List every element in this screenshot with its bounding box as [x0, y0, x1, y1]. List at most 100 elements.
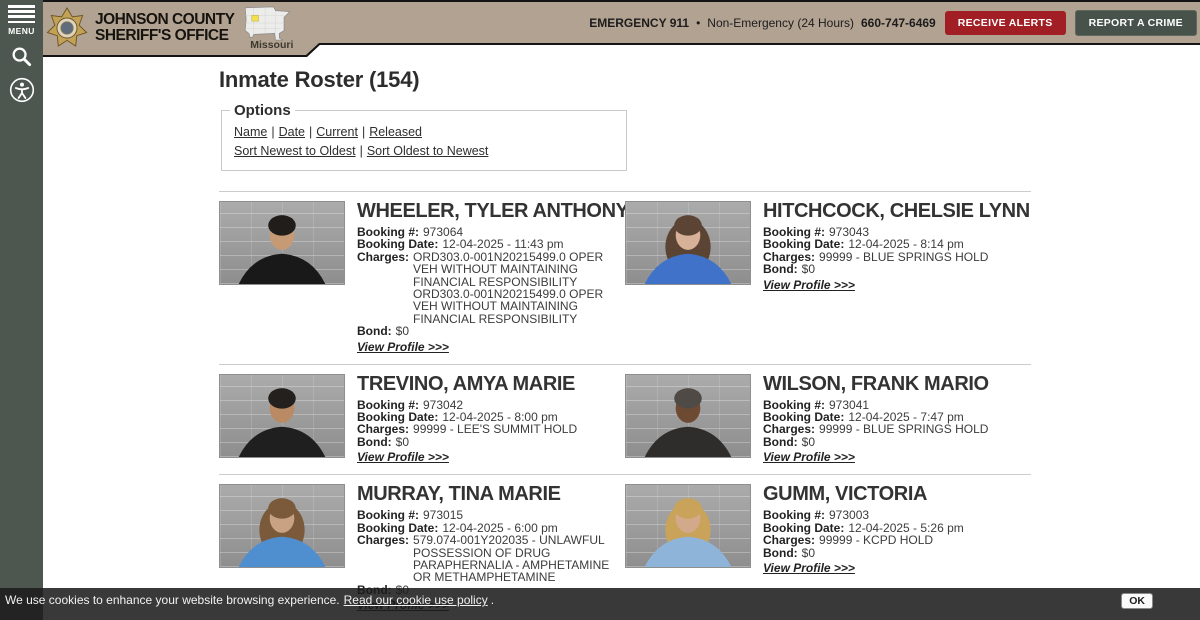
bond-label: Bond: [357, 434, 392, 449]
dot-separator: • [696, 15, 701, 30]
accessibility-icon [9, 77, 34, 102]
inmate-name: TREVINO, AMYA MARIE [357, 372, 575, 395]
mugshot-photo[interactable] [219, 484, 345, 569]
inmate-roster-grid: WHEELER, TYLER ANTHONY Booking #: 973064… [219, 191, 1031, 620]
bond-value: $0 [395, 324, 410, 339]
page: JOHNSON COUNTY SHERIFF'S OFFICE Missouri… [0, 0, 1200, 620]
inmate-name: GUMM, VICTORIA [763, 483, 928, 506]
sort-oldest-link[interactable]: Sort Oldest to Newest [367, 144, 489, 158]
non-emergency-label: Non-Emergency (24 Hours) [707, 15, 854, 30]
charges-value: 99999 - BLUE SPRINGS HOLD [819, 422, 989, 437]
booking-number-value: 973015 [423, 508, 464, 523]
charges-value: 99999 - KCPD HOLD [819, 533, 934, 548]
booking-date-row: Booking Date: 12-04-2025 - 8:14 pm [763, 237, 1031, 252]
options-panel: Options Name | Date | Current | Released Sort … [221, 102, 627, 171]
inmate-info: WHEELER, TYLER ANTHONY Booking #: 973064… [357, 200, 629, 356]
main-content: Inmate Roster (154) Options Name | Date | Cu… [43, 57, 1200, 620]
charges-label: Charges: [763, 533, 816, 548]
accessibility-button[interactable] [9, 77, 35, 103]
charges-row: Charges: 99999 - LEE'S SUMMIT HOLD [357, 422, 625, 437]
charges-label: Charges: [763, 422, 816, 437]
booking-number-label: Booking #: [357, 508, 419, 523]
filter-links-row: Name | Date | Current | Released [234, 125, 614, 139]
bond-value: $0 [395, 434, 410, 449]
sort-links-row: Sort Newest to Oldest | Sort Oldest to New… [234, 144, 614, 158]
charges-value: 99999 - BLUE SPRINGS HOLD [819, 249, 989, 264]
mugshot-photo[interactable] [219, 201, 345, 285]
search-icon [12, 47, 32, 66]
cookie-message: We use cookies to enhance your website b… [5, 593, 340, 607]
booking-date-label: Booking Date: [763, 237, 845, 252]
bond-label: Bond: [357, 324, 392, 339]
header-actions: EMERGENCY 911 • Non-Emergency (24 Hours)… [589, 2, 1197, 43]
filter-name-link[interactable]: Name [234, 125, 267, 139]
inmate-name: WHEELER, TYLER ANTHONY [357, 200, 629, 222]
inmate-info: HITCHCOCK, CHELSIE LYNN Booking #: 97304… [763, 201, 1031, 356]
inmate-card: WILSON, FRANK MARIO Booking #: 973041 Bo… [625, 365, 1031, 475]
view-profile-link[interactable]: View Profile >>> [763, 561, 855, 574]
page-title: Inmate Roster (154) [219, 67, 420, 92]
filter-released-link[interactable]: Released [369, 125, 422, 139]
person-silhouette [238, 215, 326, 284]
booking-date-row: Booking Date: 12-04-2025 - 11:43 pm [357, 237, 625, 252]
menu-button[interactable]: MENU [8, 5, 35, 36]
cookie-policy-link[interactable]: Read our cookie use policy [344, 593, 488, 607]
org-name: JOHNSON COUNTY SHERIFF'S OFFICE [95, 12, 235, 44]
view-profile-link[interactable]: View Profile >>> [357, 451, 449, 464]
bond-row: Bond: $0 [357, 434, 625, 449]
left-sidebar: MENU [0, 0, 43, 620]
booking-date-value: 12-04-2025 - 8:14 pm [848, 237, 964, 252]
view-profile-link[interactable]: View Profile >>> [763, 278, 855, 291]
inmate-card: WHEELER, TYLER ANTHONY Booking #: 973064… [219, 192, 629, 364]
bond-value: $0 [801, 262, 816, 277]
non-emergency-phone: 660-747-6469 [861, 15, 936, 30]
bond-value: $0 [801, 434, 816, 449]
charges-value: 99999 - LEE'S SUMMIT HOLD [413, 422, 578, 437]
charges-label: Charges: [357, 422, 410, 437]
separator: | [271, 125, 275, 139]
sort-newest-link[interactable]: Sort Newest to Oldest [234, 144, 356, 158]
person-silhouette [644, 215, 732, 284]
mugshot-photo[interactable] [625, 484, 751, 569]
charges-row: Charges: 579.074-001Y202035 - UNLAWFUL P… [357, 534, 625, 584]
separator: | [361, 125, 366, 139]
view-profile-link[interactable]: View Profile >>> [357, 340, 449, 353]
mugshot-photo[interactable] [625, 373, 751, 458]
inmate-info: TREVINO, AMYA MARIE Booking #: 973042 Bo… [357, 372, 625, 467]
bond-value: $0 [801, 545, 816, 560]
bond-label: Bond: [763, 545, 798, 560]
charges-label: Charges: [357, 249, 410, 264]
bond-row: Bond: $0 [763, 545, 1031, 560]
booking-date-label: Booking Date: [357, 237, 439, 252]
filter-date-link[interactable]: Date [279, 125, 305, 139]
inmate-card: TREVINO, AMYA MARIE Booking #: 973042 Bo… [219, 365, 625, 475]
bond-row: Bond: $0 [357, 324, 625, 339]
person-silhouette [238, 387, 326, 457]
booking-date-value: 12-04-2025 - 11:43 pm [442, 237, 564, 252]
person-silhouette [644, 387, 732, 457]
bond-label: Bond: [763, 262, 798, 277]
filter-current-link[interactable]: Current [316, 125, 358, 139]
report-a-crime-button[interactable]: REPORT A CRIME [1074, 9, 1197, 36]
emergency-911-label: EMERGENCY 911 [589, 15, 690, 30]
emergency-contact-text: EMERGENCY 911 • Non-Emergency (24 Hours)… [589, 16, 935, 30]
search-button[interactable] [10, 45, 33, 68]
state-label: Missouri [250, 39, 294, 51]
cookie-ok-button[interactable]: OK [1121, 593, 1153, 609]
options-legend: Options [234, 102, 291, 119]
mugshot-photo[interactable] [625, 201, 751, 285]
inmate-info: WILSON, FRANK MARIO Booking #: 973041 Bo… [763, 372, 1031, 467]
site-logo[interactable]: JOHNSON COUNTY SHERIFF'S OFFICE Missouri [46, 4, 293, 52]
view-profile-link[interactable]: View Profile >>> [763, 451, 855, 464]
mugshot-photo[interactable] [219, 373, 345, 458]
hamburger-icon [8, 5, 35, 24]
inmate-name: WILSON, FRANK MARIO [763, 372, 989, 395]
cookie-notice-bar: We use cookies to enhance your website b… [0, 588, 1200, 620]
org-name-line2: SHERIFF'S OFFICE [95, 27, 229, 44]
receive-alerts-button[interactable]: RECEIVE ALERTS [944, 10, 1066, 35]
separator: | [309, 125, 313, 139]
bond-label: Bond: [763, 434, 798, 449]
cookie-message-suffix: . [490, 593, 495, 607]
bond-row: Bond: $0 [763, 434, 1031, 449]
person-silhouette [644, 498, 732, 568]
